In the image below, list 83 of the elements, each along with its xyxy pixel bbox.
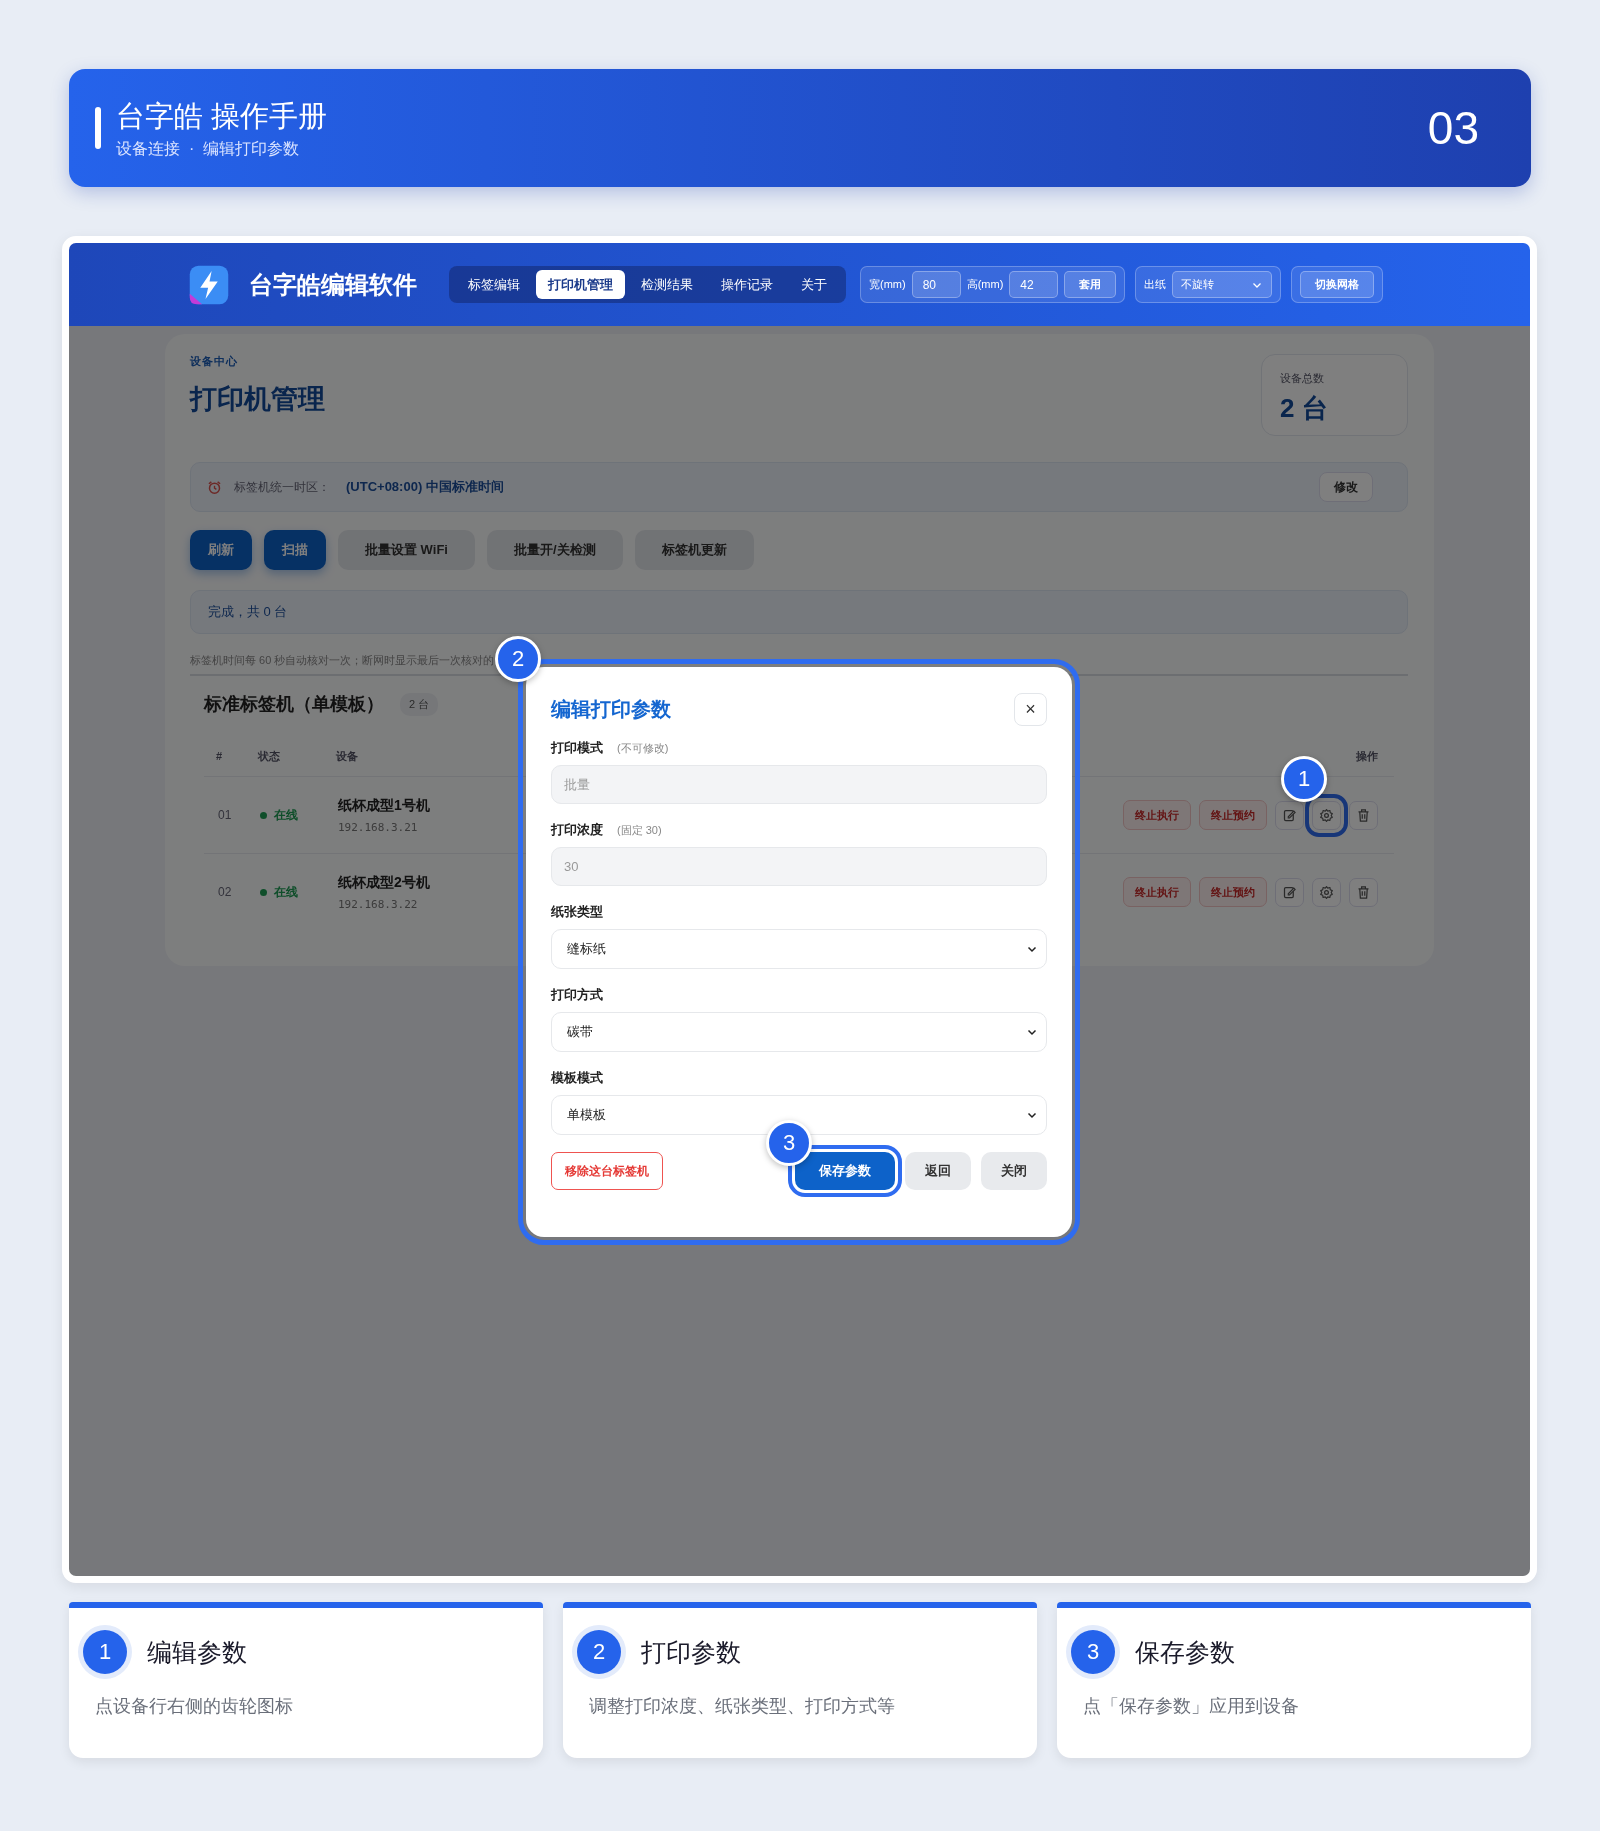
- step-description: 点设备行右侧的齿轮图标: [95, 1695, 294, 1718]
- field-label: 模板模式: [551, 1069, 603, 1087]
- field-label: 打印模式: [551, 739, 603, 757]
- field-label: 纸张类型: [551, 903, 603, 921]
- width-label: 宽(mm): [869, 277, 906, 292]
- lightning-logo-icon: [188, 263, 230, 306]
- nav-tab[interactable]: 关于: [789, 270, 839, 299]
- trash-icon: [1356, 884, 1371, 900]
- close-button[interactable]: ×: [1014, 692, 1047, 726]
- edit-button[interactable]: [1275, 800, 1304, 830]
- toggle-grid-button[interactable]: 切换网格: [1300, 271, 1375, 298]
- stat-label: 设备总数: [1280, 371, 1325, 386]
- field-hint: (不可修改): [617, 741, 669, 756]
- step-title: 编辑参数: [147, 1636, 247, 1668]
- select-field[interactable]: 缝标纸: [551, 929, 1047, 969]
- nav-tab[interactable]: 操作记录: [709, 270, 785, 299]
- stop-button[interactable]: 终止预约: [1199, 800, 1267, 830]
- height-label: 高(mm): [966, 277, 1004, 292]
- section-title: 标准标签机（单模板）: [204, 693, 384, 716]
- dialog-button[interactable]: 关闭: [981, 1152, 1047, 1190]
- pencil-icon: [1282, 884, 1297, 900]
- input-field: 批量: [551, 765, 1047, 804]
- status-text: 在线: [274, 883, 298, 901]
- action-button[interactable]: 批量开/关检测: [486, 530, 623, 570]
- stat-value: 2 台: [1280, 392, 1329, 425]
- section-eyebrow: 设备中心: [190, 354, 239, 369]
- status-text: 在线: [274, 806, 298, 824]
- edit-timezone-button[interactable]: 修改: [1319, 472, 1373, 502]
- count-badge: 2 台: [400, 692, 439, 716]
- pencil-icon: [1282, 807, 1297, 823]
- nav-tab[interactable]: 标签编辑: [456, 270, 532, 299]
- settings-icon: [1319, 884, 1334, 900]
- edit-button[interactable]: [1275, 877, 1304, 907]
- device-name: 纸杯成型2号机: [338, 873, 431, 892]
- stop-button[interactable]: 终止预约: [1199, 877, 1267, 907]
- step-description: 点「保存参数」应用到设备: [1083, 1695, 1300, 1718]
- accent-bar: [95, 107, 101, 149]
- paper-label: 出纸: [1144, 277, 1167, 292]
- rotation-dropdown[interactable]: 不旋转: [1172, 271, 1273, 298]
- step-title: 保存参数: [1135, 1636, 1235, 1668]
- device-ip: 192.168.3.21: [338, 820, 419, 834]
- callout-number: 1: [1281, 755, 1327, 802]
- action-button[interactable]: 扫描: [264, 530, 326, 570]
- field-hint: (固定 30): [617, 823, 662, 838]
- delete-button[interactable]: [1349, 800, 1378, 830]
- nav-tab[interactable]: 打印机管理: [536, 270, 625, 299]
- table-cell-text: 01: [217, 808, 233, 822]
- page-title: 打印机管理: [190, 383, 325, 416]
- delete-button[interactable]: [1349, 877, 1378, 907]
- apply-button[interactable]: 套用: [1064, 271, 1117, 298]
- column-header: 设备: [335, 748, 359, 764]
- timezone-value: (UTC+08:00) 中国标准时间: [346, 478, 505, 496]
- nav-tab[interactable]: 检测结果: [629, 270, 705, 299]
- table-cell-text: 02: [217, 885, 233, 899]
- settings-button[interactable]: [1312, 877, 1341, 907]
- dialog-title: 编辑打印参数: [551, 696, 671, 722]
- action-button[interactable]: 刷新: [190, 530, 252, 570]
- column-header: 状态: [256, 748, 281, 764]
- action-button[interactable]: 批量设置 WiFi: [338, 530, 475, 570]
- select-field[interactable]: 单模板: [551, 1095, 1047, 1135]
- device-name: 纸杯成型1号机: [338, 796, 431, 815]
- dialog-button[interactable]: 返回: [905, 1152, 971, 1190]
- status-message: 完成，共 0 台: [190, 590, 1408, 634]
- step-description: 调整打印浓度、纸张类型、打印方式等: [589, 1695, 896, 1718]
- select-field[interactable]: 碳带: [551, 1012, 1047, 1052]
- remove-printer-button[interactable]: 移除这台标签机: [551, 1152, 663, 1190]
- column-header: 操作: [1355, 748, 1379, 764]
- app-title: 台字皓编辑软件: [249, 269, 417, 300]
- step-title: 打印参数: [641, 1636, 741, 1668]
- stop-button[interactable]: 终止执行: [1123, 800, 1191, 830]
- manual-title: 台字皓 操作手册: [116, 98, 328, 134]
- action-button[interactable]: 标签机更新: [634, 530, 754, 570]
- column-header: #: [215, 750, 224, 762]
- device-ip: 192.168.3.22: [338, 897, 419, 911]
- manual-subtitle: 设备连接 · 编辑打印参数: [116, 138, 301, 159]
- field-label: 打印浓度: [551, 821, 603, 839]
- alarm-clock-icon: [207, 479, 222, 495]
- field-label: 打印方式: [551, 986, 603, 1004]
- input-field: 30: [551, 847, 1047, 886]
- stop-button[interactable]: 终止执行: [1123, 877, 1191, 907]
- settings-icon: [1319, 807, 1334, 823]
- trash-icon: [1356, 807, 1371, 823]
- page-number: 03: [1427, 101, 1479, 155]
